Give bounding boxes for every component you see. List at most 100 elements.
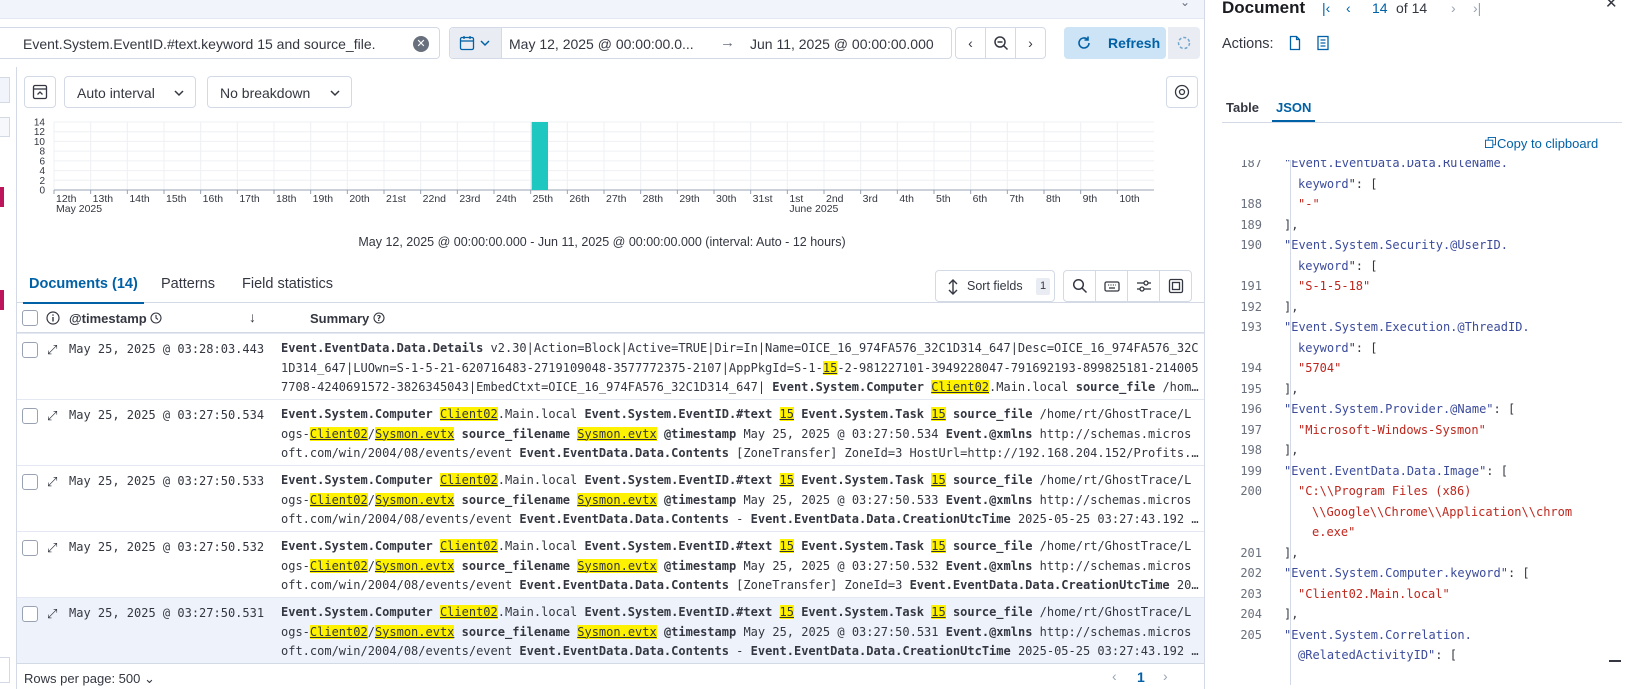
- table-row[interactable]: [17, 324, 1204, 334]
- json-line: 198],: [1222, 443, 1622, 463]
- row-summary: Event.EventData.Data.Details v2.30|Actio…: [281, 339, 1203, 398]
- json-key: "Event.System.Provider.@Name": [1284, 402, 1494, 416]
- view-single-doc-icon[interactable]: [1287, 35, 1303, 51]
- previous-period-button[interactable]: ‹: [955, 27, 986, 59]
- json-line: 201],: [1222, 546, 1622, 566]
- histogram-chart: 0246810121412th 13th 14th 15th 16th 17th 18th 1…: [34, 118, 1154, 215]
- sort-descending-icon[interactable]: ↓: [249, 309, 256, 325]
- x-tick-label: 25th: [533, 193, 554, 205]
- quick-menu-button[interactable]: [450, 28, 502, 58]
- fullscreen-button[interactable]: [1159, 270, 1192, 302]
- json-line: keyword": [: [1222, 341, 1622, 361]
- refresh-label: Refresh: [1108, 35, 1161, 51]
- line-number: 187: [1240, 160, 1262, 170]
- expand-row-icon[interactable]: ⤢: [47, 540, 57, 556]
- zoom-out-button[interactable]: [985, 27, 1016, 59]
- table-row[interactable]: ⤢ May 25, 2025 @ 03:27:50.534 Event.System…: [17, 400, 1204, 466]
- minimize-icon[interactable]: [1609, 660, 1621, 662]
- display-settings-button[interactable]: [1127, 270, 1160, 302]
- collapse-chevron-icon[interactable]: ⌄: [1180, 0, 1190, 9]
- row-checkbox[interactable]: [22, 474, 38, 490]
- tab-table[interactable]: Table: [1226, 100, 1259, 115]
- line-number: 192: [1240, 299, 1262, 314]
- prev-page-icon[interactable]: ‹: [1112, 668, 1117, 684]
- json-string: "Client02.Main.local": [1298, 586, 1450, 601]
- flyout-title: Document: [1222, 0, 1306, 17]
- first-doc-icon[interactable]: |‹: [1322, 0, 1330, 16]
- toggle-chart-button[interactable]: [24, 76, 56, 108]
- document-flyout: Document |‹ ‹ 14 of 14 › ›| ✕ Actions: T…: [1204, 0, 1627, 689]
- current-doc-number[interactable]: 14: [1372, 0, 1388, 16]
- row-summary: Event.System.Computer Client02.Main.loca…: [281, 603, 1203, 662]
- row-checkbox[interactable]: [22, 606, 38, 622]
- table-row[interactable]: ⤢ May 25, 2025 @ 03:28:03.443 Event.EventD…: [17, 334, 1204, 400]
- expand-row-icon[interactable]: ⤢: [47, 606, 57, 622]
- next-page-icon[interactable]: ›: [1163, 668, 1168, 684]
- sort-fields-button[interactable]: Sort fields 1: [935, 270, 1055, 302]
- row-checkbox[interactable]: [22, 540, 38, 556]
- json-line: 194 "5704": [1222, 361, 1622, 381]
- table-row[interactable]: ⤢ May 25, 2025 @ 03:27:50.533 Event.System…: [17, 466, 1204, 532]
- rows-per-page-select[interactable]: Rows per page: 500 ⌄: [24, 671, 155, 687]
- search-docs-button[interactable]: [1063, 270, 1096, 302]
- date-picker[interactable]: May 12, 2025 @ 00:00:00.0... → Jun 11, 2…: [449, 27, 952, 59]
- expand-row-icon[interactable]: ⤢: [47, 408, 57, 424]
- x-tick-label: 10th: [1119, 193, 1140, 205]
- tab-field-statistics[interactable]: Field statistics: [242, 276, 333, 292]
- info-icon[interactable]: [46, 311, 60, 325]
- keyboard-icon: [1104, 281, 1120, 292]
- json-viewer[interactable]: 187 "Event.EventData.Data.RuleName. keywor…: [1222, 160, 1622, 685]
- close-icon[interactable]: ✕: [1605, 0, 1618, 12]
- refresh-button[interactable]: Refresh: [1064, 27, 1166, 59]
- json-code: "Event.EventData.Data.Image": [: [1284, 464, 1508, 478]
- clock-icon: [150, 312, 162, 324]
- end-date[interactable]: Jun 11, 2025 @ 00:00:00.000: [750, 36, 934, 52]
- row-checkbox[interactable]: [22, 342, 38, 358]
- actions-label: Actions:: [1222, 36, 1274, 52]
- line-number: 205: [1240, 627, 1262, 642]
- interval-select[interactable]: Auto interval: [64, 76, 196, 108]
- chart-options-button[interactable]: [1166, 76, 1198, 108]
- table-row[interactable]: ⤢ May 25, 2025 @ 03:27:50.531 Event.System…: [17, 598, 1204, 664]
- tab-patterns[interactable]: Patterns: [161, 276, 215, 292]
- keyboard-shortcuts-button[interactable]: [1095, 270, 1128, 302]
- view-surrounding-docs-icon[interactable]: [1315, 35, 1331, 51]
- copy-to-clipboard-button[interactable]: Copy to clipboard: [1485, 136, 1598, 151]
- json-punct: : [: [1507, 566, 1530, 580]
- json-line: 189],: [1222, 218, 1622, 238]
- next-period-button[interactable]: ›: [1015, 27, 1046, 59]
- json-code: "C:\\Program Files (x86): [1298, 484, 1471, 498]
- refresh-icon: [1078, 36, 1090, 49]
- tab-documents[interactable]: Documents (14): [23, 276, 144, 304]
- field-marker: [0, 187, 4, 207]
- auto-refresh-button[interactable]: [1168, 27, 1200, 59]
- prev-doc-icon[interactable]: ‹: [1346, 0, 1351, 16]
- json-line: 196 "Event.System.Provider.@Name": [: [1222, 402, 1622, 422]
- row-checkbox[interactable]: [22, 408, 38, 424]
- json-code: "S-1-5-18": [1298, 279, 1370, 293]
- breakdown-select[interactable]: No breakdown: [207, 76, 352, 108]
- json-line: 190 "Event.System.Security.@UserID.: [1222, 238, 1622, 258]
- x-tick-label: 23rd: [459, 193, 480, 205]
- sidebar-item[interactable]: [0, 657, 10, 683]
- expand-row-icon[interactable]: ⤢: [47, 474, 57, 490]
- next-doc-icon[interactable]: ›: [1451, 0, 1456, 16]
- last-doc-icon[interactable]: ›|: [1473, 0, 1481, 16]
- line-number: 204: [1240, 607, 1262, 621]
- expand-row-icon[interactable]: ⤢: [47, 342, 57, 358]
- table-row[interactable]: ⤢ May 25, 2025 @ 03:27:50.532 Event.System…: [17, 532, 1204, 598]
- json-string: "S-1-5-18": [1298, 279, 1371, 293]
- query-search-bar[interactable]: Event.System.EventID.#text.keyword 15 an…: [0, 27, 440, 59]
- sort-fields-label: Sort fields: [967, 279, 1023, 293]
- current-page[interactable]: 1: [1137, 669, 1145, 685]
- sidebar-item[interactable]: [0, 117, 10, 137]
- histogram-bar[interactable]: [531, 122, 548, 190]
- chevron-down-icon: ⌄: [143, 671, 155, 686]
- clear-search-icon[interactable]: ✕: [413, 36, 429, 52]
- line-number: 190: [1240, 238, 1262, 252]
- start-date[interactable]: May 12, 2025 @ 00:00:00.0...: [509, 36, 694, 52]
- tab-json[interactable]: JSON: [1271, 100, 1316, 122]
- sidebar-toggle[interactable]: [0, 77, 10, 103]
- json-key: "Event.System.Security.@UserID.: [1284, 238, 1508, 252]
- search-input[interactable]: Event.System.EventID.#text.keyword 15 an…: [23, 36, 376, 52]
